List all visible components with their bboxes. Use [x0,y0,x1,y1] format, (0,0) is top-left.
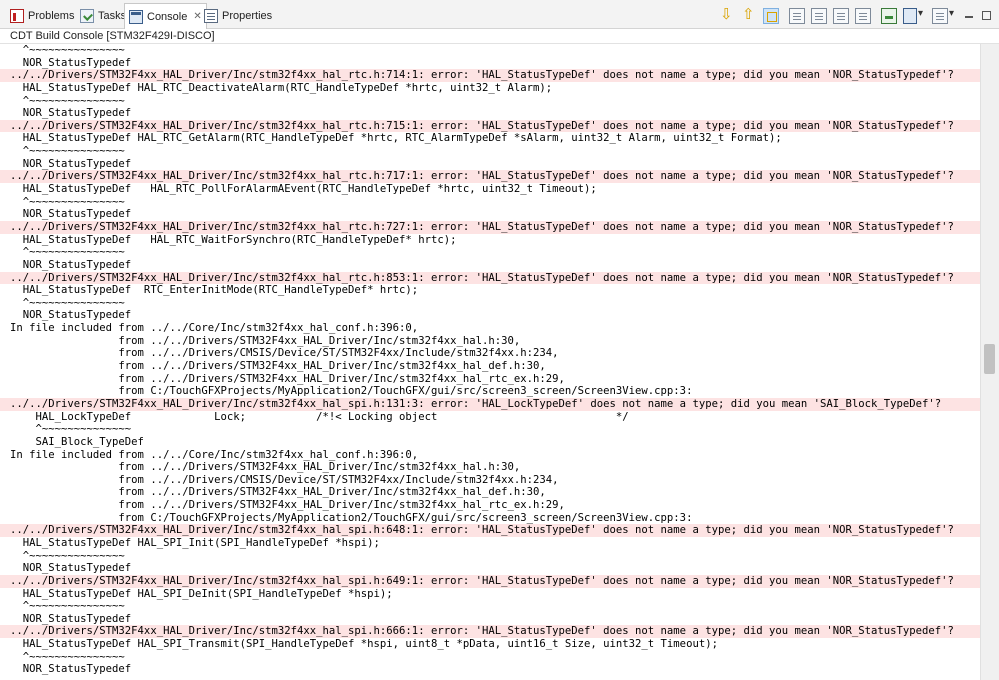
console-error-line: ../../Drivers/STM32F4xx_HAL_Driver/Inc/s… [0,170,980,184]
console-line: HAL_StatusTypeDef HAL_RTC_DeactivateAlar… [10,81,553,94]
previous-error-icon[interactable] [741,5,757,24]
console-line: NOR_StatusTypedef [10,612,132,625]
console-line: from ../../Drivers/CMSIS/Device/ST/STM32… [10,473,559,486]
console-line: from C:/TouchGFXProjects/MyApplication2/… [10,511,693,524]
console-line: NOR_StatusTypedef [10,309,132,322]
console-error-line: ../../Drivers/STM32F4xx_HAL_Driver/Inc/s… [0,271,980,285]
next-error-icon[interactable] [719,5,735,24]
console-line: NOR_StatusTypedef [10,157,132,170]
tab-problems-label: Problems [28,10,75,22]
tab-problems[interactable]: Problems [10,6,74,26]
console-line: HAL_LockTypeDef Lock; /*!< Locking objec… [10,410,629,423]
console-line: NOR_StatusTypedef [10,107,132,120]
console-line: HAL_StatusTypeDef RTC_EnterInitMode(RTC_… [10,284,419,297]
close-icon[interactable]: ✕ [193,7,201,27]
console-error-line: ../../Drivers/STM32F4xx_HAL_Driver/Inc/s… [0,625,980,639]
console-error-line: ../../Drivers/STM32F4xx_HAL_Driver/Inc/s… [0,397,980,411]
console-line: from ../../Drivers/STM32F4xx_HAL_Driver/… [10,461,521,474]
console-line: HAL_StatusTypeDef HAL_SPI_Init(SPI_Handl… [10,536,380,549]
vertical-scrollbar[interactable] [980,44,999,680]
console-line: HAL_StatusTypeDef HAL_RTC_WaitForSynchro… [10,233,457,246]
view-tab-bar: Problems Tasks Console ✕ Properties [0,0,999,29]
copy-build-log-icon[interactable] [811,8,827,24]
console-line: In file included from ../../Core/Inc/stm… [10,322,419,335]
console-line: ^~~~~~~~~~~~~~~~ [10,246,125,259]
console-line: HAL_StatusTypeDef HAL_SPI_DeInit(SPI_Han… [10,587,393,600]
console-line: from ../../Drivers/CMSIS/Device/ST/STM32… [10,347,559,360]
pin-console-icon[interactable] [881,8,897,24]
console-line: In file included from ../../Core/Inc/stm… [10,448,419,461]
console-line: from ../../Drivers/STM32F4xx_HAL_Driver/… [10,486,546,499]
clear-console-icon[interactable] [789,8,805,24]
word-wrap-icon[interactable] [855,8,871,24]
console-error-line: ../../Drivers/STM32F4xx_HAL_Driver/Inc/s… [0,524,980,537]
minimize-icon[interactable] [963,8,975,24]
console-line: ^~~~~~~~~~~~~~~~ [10,549,125,562]
console-line: ^~~~~~~~~~~~~~~~ [10,145,125,158]
display-console-dropdown-icon[interactable] [918,8,926,24]
console-line: NOR_StatusTypedef [10,258,132,271]
console-line: ^~~~~~~~~~~~~~~~ [10,195,125,208]
console-line: HAL_StatusTypeDef HAL_SPI_Transmit(SPI_H… [10,638,718,651]
console-line: from ../../Drivers/STM32F4xx_HAL_Driver/… [10,499,565,512]
console-error-line: ../../Drivers/STM32F4xx_HAL_Driver/Inc/s… [0,69,980,82]
console-line: ^~~~~~~~~~~~~~~~ [10,44,125,56]
console-error-line: ../../Drivers/STM32F4xx_HAL_Driver/Inc/s… [0,220,980,234]
console-output[interactable]: ^~~~~~~~~~~~~~~~ NOR_StatusTypedef ../../… [0,44,980,680]
console-line: from ../../Drivers/STM32F4xx_HAL_Driver/… [10,334,521,347]
console-line: ^~~~~~~~~~~~~~~~ [10,650,125,663]
tab-properties-label: Properties [222,10,273,22]
console-icon [129,9,143,24]
console-line: from ../../Drivers/STM32F4xx_HAL_Driver/… [10,360,546,373]
tab-console[interactable]: Console ✕ [124,3,207,29]
console-line: ^~~~~~~~~~~~~~~~ [10,94,125,107]
console-line: ^~~~~~~~~~~~~~~ [10,423,132,436]
console-line: HAL_StatusTypeDef HAL_RTC_GetAlarm(RTC_H… [10,132,782,145]
console-line: from C:/TouchGFXProjects/MyApplication2/… [10,385,693,398]
console-line: from ../../Drivers/STM32F4xx_HAL_Driver/… [10,372,565,385]
open-console-dropdown-icon[interactable] [949,8,957,24]
tab-tasks-label: Tasks [98,10,127,22]
open-console-icon[interactable] [932,8,948,24]
console-toolbar [713,5,993,24]
console-line: NOR_StatusTypedef [10,208,132,221]
scrollbar-thumb[interactable] [984,344,995,374]
tab-tasks[interactable]: Tasks [80,6,126,26]
problems-icon [10,9,24,23]
console-line: ^~~~~~~~~~~~~~~~ [10,296,125,309]
tab-console-label: Console [147,10,188,23]
console-line: ^~~~~~~~~~~~~~~~ [10,600,125,613]
console-error-line: ../../Drivers/STM32F4xx_HAL_Driver/Inc/s… [0,574,980,588]
maximize-icon[interactable] [981,8,993,24]
console-title: CDT Build Console [STM32F429I-DISCO] [0,29,999,44]
show-errors-icon[interactable] [763,8,779,24]
tab-properties[interactable]: Properties [204,6,272,26]
console-line: SAI_Block_TypeDef [10,435,144,448]
scroll-lock-icon[interactable] [833,8,849,24]
tasks-icon [80,9,94,23]
console-error-line: ../../Drivers/STM32F4xx_HAL_Driver/Inc/s… [0,119,980,133]
display-console-icon[interactable] [903,8,917,24]
console-line: HAL_StatusTypeDef HAL_RTC_PollForAlarmAE… [10,183,597,196]
console-line: NOR_StatusTypedef [10,56,132,69]
properties-icon [204,9,218,23]
console-line: NOR_StatusTypedef [10,562,132,575]
console-line: NOR_StatusTypedef [10,663,132,676]
